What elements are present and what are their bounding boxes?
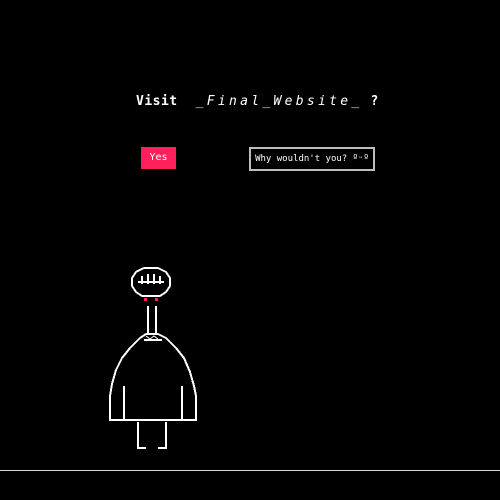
why-wouldnt-you-button[interactable]: Why wouldn't you? ºᵕº (249, 147, 375, 171)
character-left-eye (144, 298, 147, 301)
site-name: _Final_Website_ (195, 94, 363, 109)
character-collar-pattern (145, 335, 159, 340)
visit-prompt: Visit _Final_Website_? (136, 94, 379, 109)
floor-line (0, 470, 500, 471)
character-neck (147, 306, 157, 334)
character-hair (138, 274, 164, 284)
character-right-eye (155, 298, 158, 301)
visit-label: Visit (136, 94, 178, 109)
question-mark: ? (370, 94, 379, 109)
character-legs (137, 422, 167, 449)
character-coat (109, 337, 197, 421)
pixel-character-illustration (109, 267, 197, 449)
yes-button[interactable]: Yes (141, 147, 176, 169)
